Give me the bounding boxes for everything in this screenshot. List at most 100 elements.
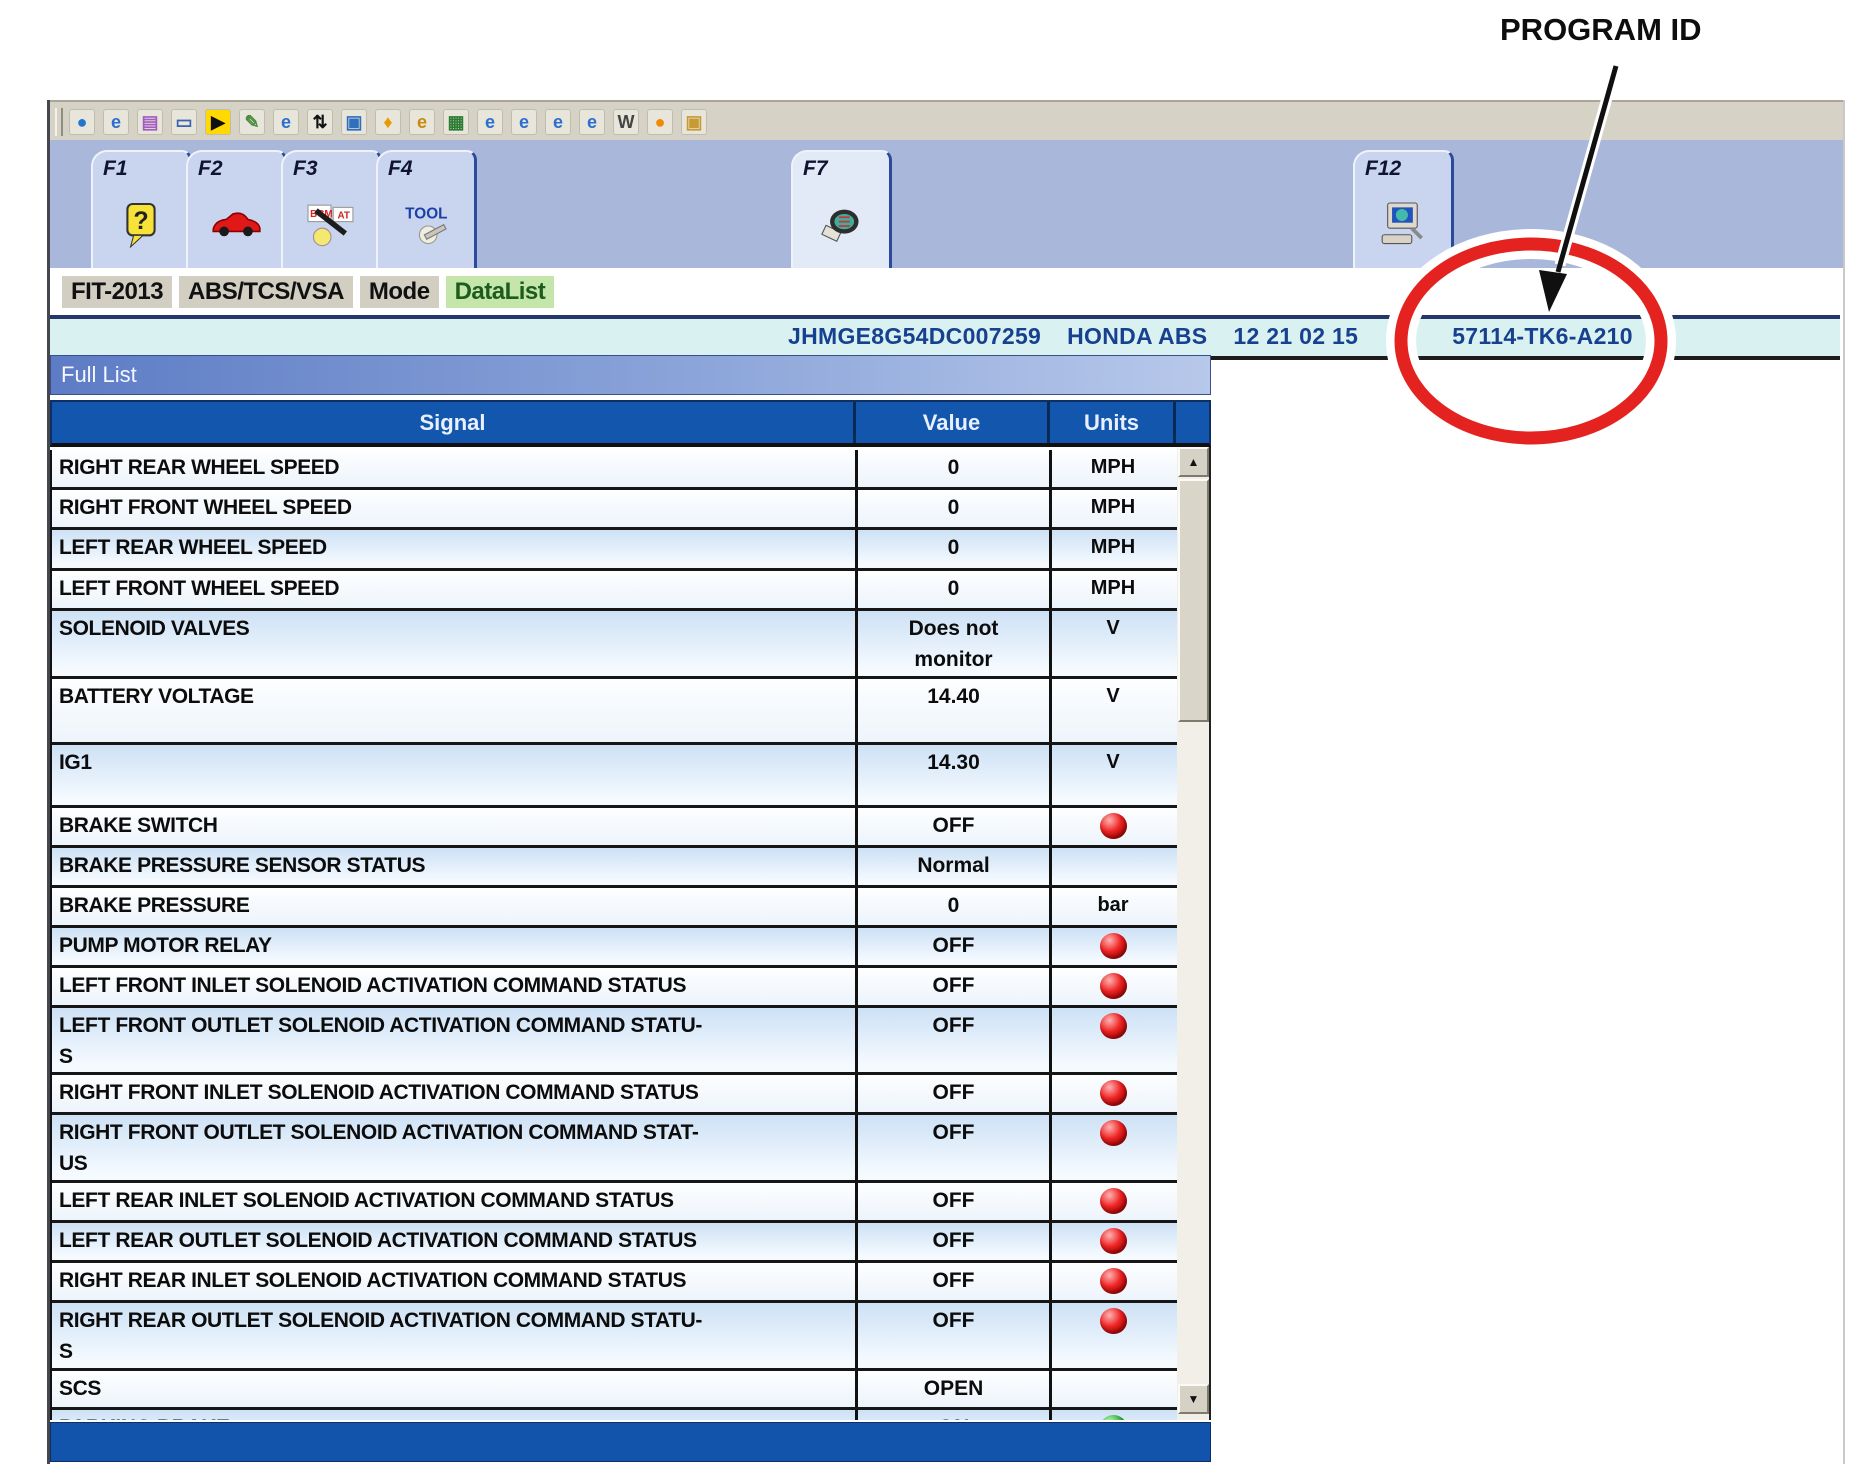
units-cell: V xyxy=(1052,745,1174,805)
vehicle-icon xyxy=(210,202,262,248)
program-id-value: 57114-TK6-A210 xyxy=(1452,323,1633,349)
signal-cell: IG1 xyxy=(52,745,858,805)
table-row[interactable]: RIGHT REAR OUTLET SOLENOID ACTIVATION CO… xyxy=(52,1303,1177,1371)
table-row[interactable]: PUMP MOTOR RELAYOFF xyxy=(52,928,1177,968)
toolbar-ie-gold-icon[interactable]: e xyxy=(409,109,435,135)
table-row[interactable]: LEFT REAR OUTLET SOLENOID ACTIVATION COM… xyxy=(52,1223,1177,1263)
value-cell: OFF xyxy=(858,968,1052,1005)
breadcrumb-datalist[interactable]: DataList xyxy=(446,276,555,308)
signal-cell: RIGHT REAR INLET SOLENOID ACTIVATION COM… xyxy=(52,1263,858,1300)
units-cell: MPH xyxy=(1052,490,1174,527)
toolbar-ie-shortcut-icon[interactable]: e xyxy=(273,109,299,135)
toolbar-notes-icon[interactable]: ✎ xyxy=(239,109,265,135)
vertical-scrollbar[interactable]: ▲ ▼ xyxy=(1177,447,1211,1420)
signal-cell: BRAKE PRESSURE SENSOR STATUS xyxy=(52,848,858,885)
svg-text:TOOL: TOOL xyxy=(405,205,447,222)
datalist-panel: Full List Signal Value Units RIGHT REAR … xyxy=(50,355,1213,1462)
toolbar-flame-icon[interactable]: ♦ xyxy=(375,109,401,135)
units-cell xyxy=(1052,808,1174,845)
table-row[interactable]: RIGHT FRONT WHEEL SPEED0MPH xyxy=(52,490,1177,530)
breadcrumb-mode[interactable]: Mode xyxy=(360,276,439,308)
signal-cell: LEFT REAR WHEEL SPEED xyxy=(52,530,858,568)
table-row[interactable]: IG114.30V xyxy=(52,745,1177,808)
toolbar-ie2-icon[interactable]: e xyxy=(477,109,503,135)
value-cell: OPEN xyxy=(858,1371,1052,1407)
toolbar-globe-orange-icon[interactable]: ● xyxy=(647,109,673,135)
value-cell: 0 xyxy=(858,571,1052,608)
units-cell: V xyxy=(1052,679,1174,742)
f12-label: F12 xyxy=(1355,152,1451,181)
toolbar-word-icon[interactable]: W xyxy=(613,109,639,135)
toolbar-drag-handle[interactable] xyxy=(55,108,63,136)
toolbar-window-icon[interactable]: ▭ xyxy=(171,109,197,135)
table-row[interactable]: RIGHT FRONT INLET SOLENOID ACTIVATION CO… xyxy=(52,1075,1177,1115)
table-row[interactable]: SOLENOID VALVESDoes not monitorV xyxy=(52,611,1177,679)
value-cell: ON xyxy=(858,1410,1052,1420)
value-cell: 14.40 xyxy=(858,679,1052,742)
scroll-down-button[interactable]: ▼ xyxy=(1178,1384,1209,1414)
datalist-rows: RIGHT REAR WHEEL SPEED0MPHRIGHT FRONT WH… xyxy=(50,450,1177,1420)
f4-label: F4 xyxy=(378,152,474,181)
hds-application-window: ●e▤▭▶✎e⇅▣♦e▦eeeeW●▣ F1 ? F2 F3 BCMAT xyxy=(47,100,1845,1464)
signal-cell: RIGHT FRONT INLET SOLENOID ACTIVATION CO… xyxy=(52,1075,858,1112)
f7-label: F7 xyxy=(793,152,889,181)
breadcrumb-system[interactable]: ABS/TCS/VSA xyxy=(179,276,353,308)
toolbar-sync-arrows-icon[interactable]: ⇅ xyxy=(307,109,333,135)
vin-value: JHMGE8G54DC007259 xyxy=(788,323,1041,349)
toolbar-web-folder-icon[interactable]: ▣ xyxy=(681,109,707,135)
tab-f1-help[interactable]: F1 ? xyxy=(91,150,192,270)
tab-f7-datalist[interactable]: F7 xyxy=(791,150,892,270)
scrollbar-thumb[interactable] xyxy=(1178,479,1209,722)
units-cell: MPH xyxy=(1052,571,1174,608)
vehicle-info-text: JHMGE8G54DC007259HONDA ABS12 21 02 15571… xyxy=(788,323,1633,350)
table-row[interactable]: LEFT REAR INLET SOLENOID ACTIVATION COMM… xyxy=(52,1183,1177,1223)
windows-toolbar: ●e▤▭▶✎e⇅▣♦e▦eeeeW●▣ xyxy=(50,100,1843,145)
value-cell: OFF xyxy=(858,928,1052,965)
toolbar-ie3-icon[interactable]: e xyxy=(511,109,537,135)
signal-cell: RIGHT REAR OUTLET SOLENOID ACTIVATION CO… xyxy=(52,1303,858,1368)
toolbar-ie-icon[interactable]: e xyxy=(103,109,129,135)
toolbar-ie5-icon[interactable]: e xyxy=(579,109,605,135)
toolbar-media-play-icon[interactable]: ▶ xyxy=(205,109,231,135)
tab-f4-tool[interactable]: F4 TOOL xyxy=(376,150,477,270)
signal-cell: PARKING BRAKE xyxy=(52,1410,858,1420)
table-row[interactable]: RIGHT FRONT OUTLET SOLENOID ACTIVATION C… xyxy=(52,1115,1177,1183)
table-row[interactable]: BATTERY VOLTAGE14.40V xyxy=(52,679,1177,745)
table-row[interactable]: PARKING BRAKEON xyxy=(52,1410,1177,1420)
toolbar-display-icon[interactable]: ▣ xyxy=(341,109,367,135)
signal-cell: PUMP MOTOR RELAY xyxy=(52,928,858,965)
value-cell: 0 xyxy=(858,490,1052,527)
table-row[interactable]: RIGHT REAR INLET SOLENOID ACTIVATION COM… xyxy=(52,1263,1177,1303)
table-row[interactable]: LEFT FRONT INLET SOLENOID ACTIVATION COM… xyxy=(52,968,1177,1008)
toolbar-globe-icon[interactable]: ● xyxy=(69,109,95,135)
toolbar-network-icon[interactable]: ▦ xyxy=(443,109,469,135)
signal-cell: BATTERY VOLTAGE xyxy=(52,679,858,742)
toolbar-document-icon[interactable]: ▤ xyxy=(137,109,163,135)
toolbar-icons: ●e▤▭▶✎e⇅▣♦e▦eeeeW●▣ xyxy=(69,109,715,135)
table-row[interactable]: RIGHT REAR WHEEL SPEED0MPH xyxy=(52,450,1177,490)
column-header-units: Units xyxy=(1050,402,1176,443)
table-header: Signal Value Units xyxy=(50,400,1211,447)
table-row[interactable]: BRAKE PRESSURE SENSOR STATUSNormal xyxy=(52,848,1177,888)
computer-icon xyxy=(1377,202,1429,248)
table-row[interactable]: LEFT REAR WHEEL SPEED0MPH xyxy=(52,530,1177,571)
help-icon: ? xyxy=(115,202,167,248)
tab-f2-vehicle[interactable]: F2 xyxy=(186,150,287,270)
table-row[interactable]: BRAKE SWITCHOFF xyxy=(52,808,1177,848)
tab-f12-computer[interactable]: F12 xyxy=(1353,150,1454,270)
tab-f3-bcm-at[interactable]: F3 BCMAT xyxy=(281,150,382,270)
signal-cell: SOLENOID VALVES xyxy=(52,611,858,676)
status-led-red-icon xyxy=(1100,1308,1127,1334)
program-id-callout-label: PROGRAM ID xyxy=(1500,12,1702,48)
toolbar-ie4-icon[interactable]: e xyxy=(545,109,571,135)
table-row[interactable]: LEFT FRONT OUTLET SOLENOID ACTIVATION CO… xyxy=(52,1008,1177,1075)
value-cell: OFF xyxy=(858,1303,1052,1368)
table-row[interactable]: SCSOPEN xyxy=(52,1371,1177,1410)
breadcrumb-vehicle[interactable]: FIT-2013 xyxy=(62,276,172,308)
scroll-up-button[interactable]: ▲ xyxy=(1178,447,1209,477)
value-cell: 0 xyxy=(858,450,1052,487)
table-row[interactable]: BRAKE PRESSURE0bar xyxy=(52,888,1177,928)
value-cell: 14.30 xyxy=(858,745,1052,805)
table-row[interactable]: LEFT FRONT WHEEL SPEED0MPH xyxy=(52,571,1177,611)
panel-title: Full List xyxy=(61,362,137,387)
